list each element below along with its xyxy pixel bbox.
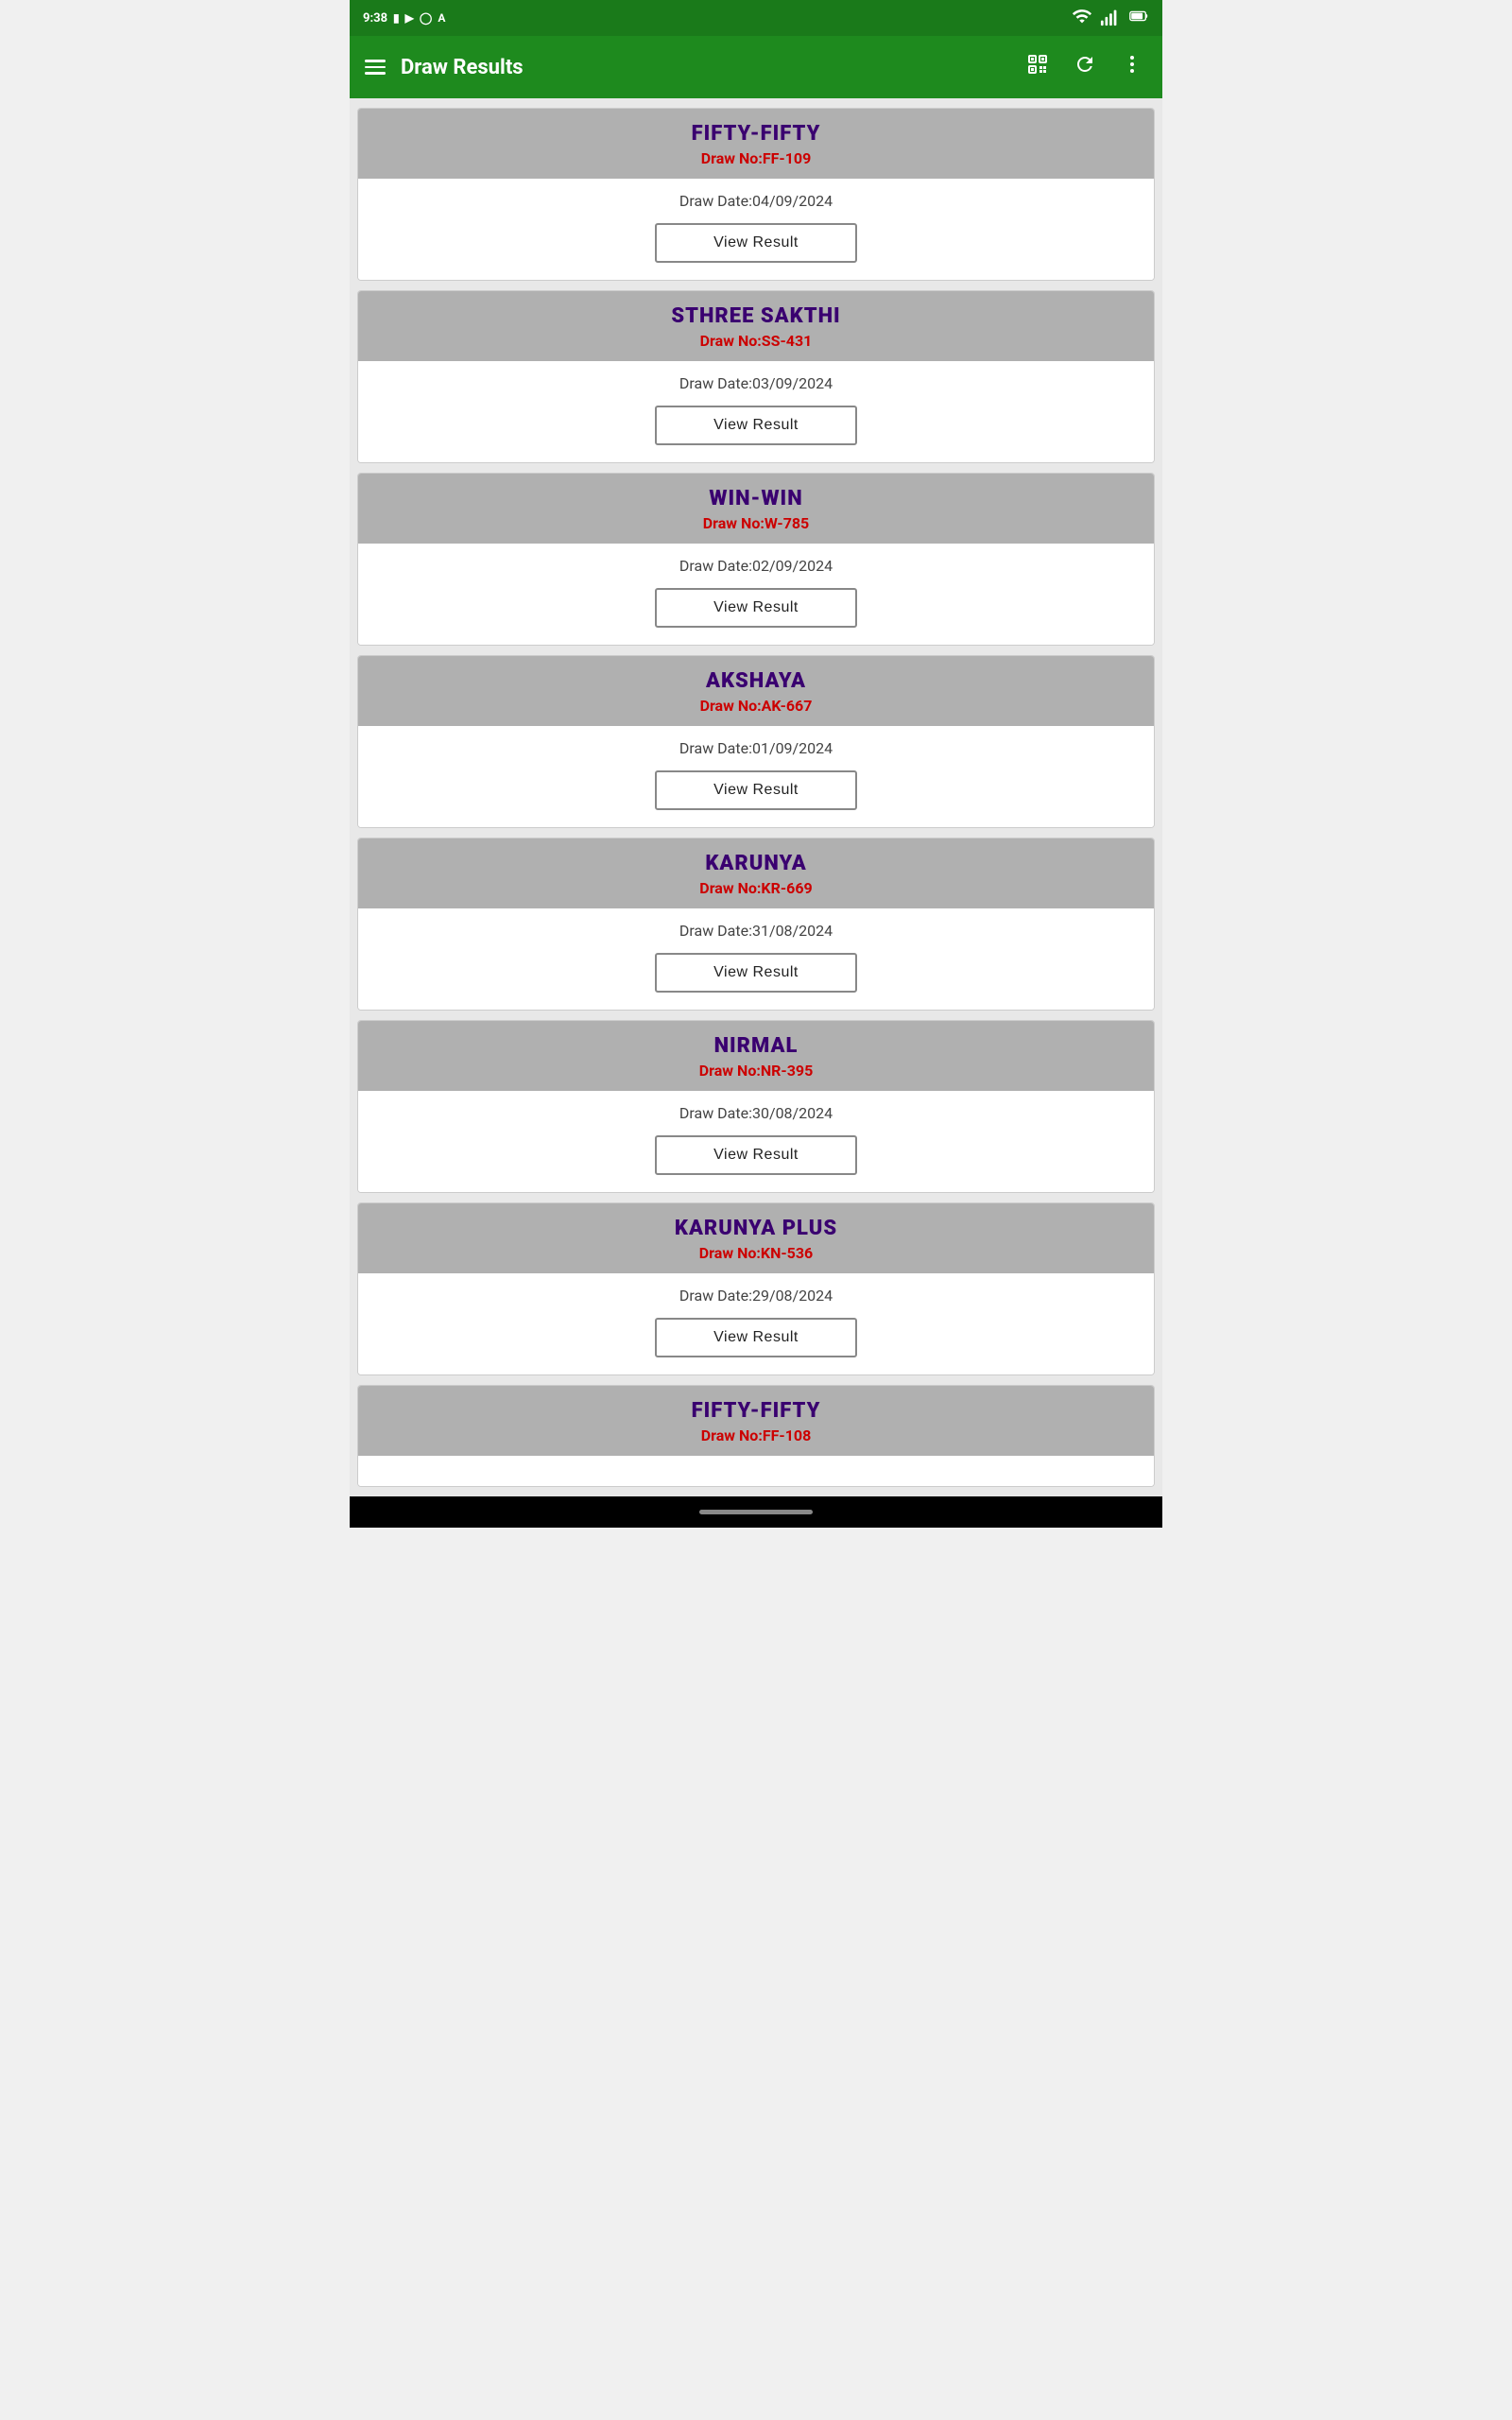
card-body: Draw Date:30/08/2024 View Result: [358, 1091, 1154, 1192]
app-bar: Draw Results: [350, 36, 1162, 98]
draw-date: Draw Date:31/08/2024: [368, 922, 1144, 940]
page-title: Draw Results: [401, 56, 1007, 79]
qr-code-button[interactable]: [1022, 49, 1053, 85]
draws-list: FIFTY-FIFTY Draw No:FF-109 Draw Date:04/…: [350, 98, 1162, 1496]
lottery-name: AKSHAYA: [368, 669, 1144, 693]
lottery-name: STHREE SAKTHI: [368, 304, 1144, 328]
card-header: FIFTY-FIFTY Draw No:FF-109: [358, 109, 1154, 179]
signal-icon: [1100, 6, 1121, 30]
draw-number: Draw No:AK-667: [368, 697, 1144, 715]
draw-number: Draw No:KR-669: [368, 879, 1144, 897]
card-header: STHREE SAKTHI Draw No:SS-431: [358, 291, 1154, 361]
draw-number: Draw No:FF-108: [368, 1426, 1144, 1444]
lottery-name: WIN-WIN: [368, 487, 1144, 510]
sim-icon: ▮: [393, 11, 400, 25]
card-body: [358, 1456, 1154, 1486]
draw-card: STHREE SAKTHI Draw No:SS-431 Draw Date:0…: [357, 290, 1155, 463]
draw-card: FIFTY-FIFTY Draw No:FF-109 Draw Date:04/…: [357, 108, 1155, 281]
status-bar: 9:38 ▮ ▶ ◯ A: [350, 0, 1162, 36]
lottery-name: KARUNYA PLUS: [368, 1217, 1144, 1240]
card-header: WIN-WIN Draw No:W-785: [358, 474, 1154, 544]
card-header: AKSHAYA Draw No:AK-667: [358, 656, 1154, 726]
draw-card: KARUNYA PLUS Draw No:KN-536 Draw Date:29…: [357, 1202, 1155, 1375]
draw-card: NIRMAL Draw No:NR-395 Draw Date:30/08/20…: [357, 1020, 1155, 1193]
draw-number: Draw No:FF-109: [368, 149, 1144, 167]
draw-date: Draw Date:03/09/2024: [368, 374, 1144, 392]
app-bar-actions: [1022, 49, 1147, 85]
more-options-button[interactable]: [1117, 49, 1147, 85]
draw-number: Draw No:SS-431: [368, 332, 1144, 350]
card-header: NIRMAL Draw No:NR-395: [358, 1021, 1154, 1091]
media-icon: ▶: [405, 11, 414, 25]
nav-pill: [699, 1510, 813, 1514]
view-result-button[interactable]: View Result: [655, 770, 857, 810]
hamburger-menu-button[interactable]: [365, 60, 386, 75]
navigation-bar: [350, 1496, 1162, 1528]
card-body: Draw Date:03/09/2024 View Result: [358, 361, 1154, 462]
draw-card: FIFTY-FIFTY Draw No:FF-108: [357, 1385, 1155, 1487]
lottery-name: FIFTY-FIFTY: [368, 1399, 1144, 1423]
view-result-button[interactable]: View Result: [655, 953, 857, 993]
lottery-name: NIRMAL: [368, 1034, 1144, 1058]
lottery-name: KARUNYA: [368, 852, 1144, 875]
draw-number: Draw No:W-785: [368, 514, 1144, 532]
card-header: FIFTY-FIFTY Draw No:FF-108: [358, 1386, 1154, 1456]
draw-card: AKSHAYA Draw No:AK-667 Draw Date:01/09/2…: [357, 655, 1155, 828]
clock-icon: ◯: [420, 11, 432, 25]
draw-date: Draw Date:29/08/2024: [368, 1287, 1144, 1305]
card-header: KARUNYA PLUS Draw No:KN-536: [358, 1203, 1154, 1273]
battery-icon: [1128, 6, 1149, 30]
draw-date: Draw Date:04/09/2024: [368, 192, 1144, 210]
lottery-name: FIFTY-FIFTY: [368, 122, 1144, 146]
card-body: Draw Date:02/09/2024 View Result: [358, 544, 1154, 645]
view-result-button[interactable]: View Result: [655, 406, 857, 445]
draw-date: Draw Date:02/09/2024: [368, 557, 1144, 575]
wifi-icon: [1072, 6, 1092, 30]
view-result-button[interactable]: View Result: [655, 223, 857, 263]
status-time: 9:38: [363, 11, 387, 26]
draw-date: Draw Date:01/09/2024: [368, 739, 1144, 757]
draw-card: WIN-WIN Draw No:W-785 Draw Date:02/09/20…: [357, 473, 1155, 646]
view-result-button[interactable]: View Result: [655, 588, 857, 628]
view-result-button[interactable]: View Result: [655, 1318, 857, 1357]
draw-date: Draw Date:30/08/2024: [368, 1104, 1144, 1122]
draw-number: Draw No:KN-536: [368, 1244, 1144, 1262]
card-body: Draw Date:29/08/2024 View Result: [358, 1273, 1154, 1374]
app-icon: A: [438, 11, 445, 25]
card-body: Draw Date:04/09/2024 View Result: [358, 179, 1154, 280]
draw-number: Draw No:NR-395: [368, 1062, 1144, 1080]
card-body: Draw Date:01/09/2024 View Result: [358, 726, 1154, 827]
card-header: KARUNYA Draw No:KR-669: [358, 838, 1154, 908]
refresh-button[interactable]: [1070, 49, 1100, 85]
view-result-button[interactable]: View Result: [655, 1135, 857, 1175]
card-body: Draw Date:31/08/2024 View Result: [358, 908, 1154, 1010]
draw-card: KARUNYA Draw No:KR-669 Draw Date:31/08/2…: [357, 838, 1155, 1011]
